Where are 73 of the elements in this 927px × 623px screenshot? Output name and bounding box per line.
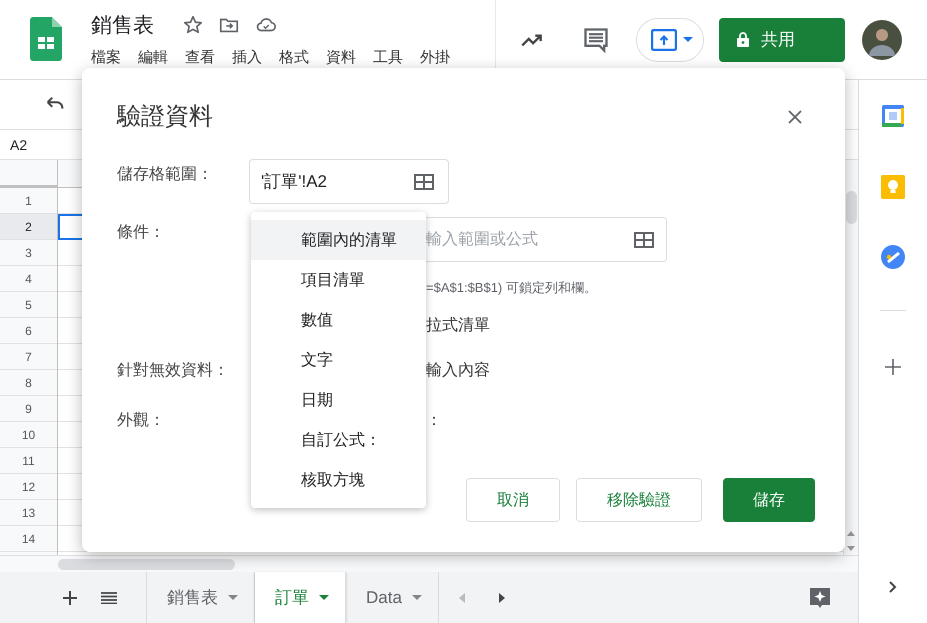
menu-item[interactable]: 插入 bbox=[232, 48, 262, 67]
horizontal-scrollbar[interactable] bbox=[0, 555, 858, 572]
dialog-button[interactable]: 取消 bbox=[466, 478, 560, 522]
close-icon[interactable] bbox=[788, 110, 802, 124]
menu-option[interactable]: 範圍內的清單 bbox=[251, 220, 426, 260]
caret-icon bbox=[412, 595, 422, 600]
menu-item[interactable]: 工具 bbox=[373, 48, 403, 67]
row-number[interactable]: 2 bbox=[0, 214, 57, 240]
document-title[interactable]: 銷售表 bbox=[91, 11, 154, 39]
save-button[interactable]: 儲存 bbox=[723, 478, 815, 522]
menu-item[interactable]: 外掛 bbox=[420, 48, 450, 67]
menu-item[interactable]: 編輯 bbox=[138, 48, 168, 67]
row-number[interactable]: 5 bbox=[0, 292, 57, 318]
menu-option[interactable]: 項目清單 bbox=[251, 260, 426, 300]
grid-icon[interactable] bbox=[634, 232, 654, 248]
dialog-title: 驗證資料 bbox=[117, 102, 213, 132]
option-label: 輸入內容 bbox=[426, 360, 490, 381]
field-label: 外觀： bbox=[117, 410, 166, 431]
checkmark-icon[interactable] bbox=[881, 245, 905, 269]
menu-item[interactable]: 資料 bbox=[326, 48, 356, 67]
scroll-thumb[interactable] bbox=[58, 558, 235, 570]
grid-icon[interactable] bbox=[414, 174, 434, 190]
row-number[interactable]: 8 bbox=[0, 370, 57, 396]
row-number[interactable]: 13 bbox=[0, 500, 57, 526]
dialog-button[interactable]: 移除驗證 bbox=[576, 478, 702, 522]
share-button[interactable]: 共用 bbox=[719, 18, 845, 62]
menu-item[interactable]: 格式 bbox=[279, 48, 309, 67]
chevron-right-icon[interactable] bbox=[889, 581, 897, 593]
lock-icon bbox=[737, 32, 749, 47]
row-number[interactable]: 7 bbox=[0, 344, 57, 370]
upload-icon bbox=[651, 28, 677, 50]
calendar-icon[interactable] bbox=[881, 104, 905, 128]
row-number[interactable]: 3 bbox=[0, 240, 57, 266]
explore-icon[interactable] bbox=[808, 586, 832, 610]
row-number[interactable]: 12 bbox=[0, 474, 57, 500]
sheet-tab[interactable]: Data bbox=[346, 572, 439, 623]
caret-icon bbox=[228, 595, 238, 600]
menu-option[interactable]: 核取方塊 bbox=[251, 460, 426, 500]
field-label: 儲存格範圍： bbox=[117, 165, 214, 185]
star-icon[interactable] bbox=[182, 14, 204, 36]
menu-option[interactable]: 數值 bbox=[251, 300, 426, 340]
row-number[interactable]: 11 bbox=[0, 448, 57, 474]
caret-icon bbox=[319, 595, 329, 600]
row-number[interactable]: 4 bbox=[0, 266, 57, 292]
scroll-down-icon[interactable] bbox=[847, 546, 855, 551]
menu-item[interactable]: 檔案 bbox=[91, 48, 121, 67]
spreadsheet-logo-icon[interactable] bbox=[30, 17, 62, 61]
row-number[interactable]: 14 bbox=[0, 526, 57, 552]
row-number[interactable]: 10 bbox=[0, 422, 57, 448]
option-label: 拉式清單 bbox=[426, 316, 490, 336]
range-field[interactable]: '訂單'!A2 bbox=[249, 159, 449, 204]
scroll-thumb[interactable] bbox=[846, 191, 856, 224]
comment-icon[interactable] bbox=[582, 26, 610, 54]
sheet-list-icon[interactable] bbox=[101, 592, 117, 604]
add-icon[interactable] bbox=[885, 359, 901, 375]
caret-icon bbox=[683, 36, 693, 42]
sheet-tab[interactable]: 訂單 bbox=[255, 572, 346, 623]
scroll-up-icon[interactable] bbox=[847, 531, 855, 536]
menu-item[interactable]: 查看 bbox=[185, 48, 215, 67]
option-label: ： bbox=[426, 411, 442, 431]
avatar[interactable] bbox=[862, 20, 902, 60]
row-number[interactable]: 6 bbox=[0, 318, 57, 344]
scroll-right-icon[interactable] bbox=[498, 592, 505, 602]
present-button[interactable] bbox=[636, 18, 704, 62]
field-label: 針對無效資料： bbox=[117, 360, 230, 381]
menu-option[interactable]: 自訂公式： bbox=[251, 420, 426, 460]
field-label: 條件： bbox=[117, 223, 166, 243]
name-box[interactable]: A2 bbox=[10, 136, 28, 152]
add-sheet-icon[interactable] bbox=[63, 590, 77, 604]
row-number[interactable]: 9 bbox=[0, 396, 57, 422]
menu-option[interactable]: 日期 bbox=[251, 380, 426, 420]
hint-text: =$A$1:$B$1) 可鎖定列和欄。 bbox=[426, 279, 597, 297]
menu-option[interactable]: 文字 bbox=[251, 340, 426, 380]
